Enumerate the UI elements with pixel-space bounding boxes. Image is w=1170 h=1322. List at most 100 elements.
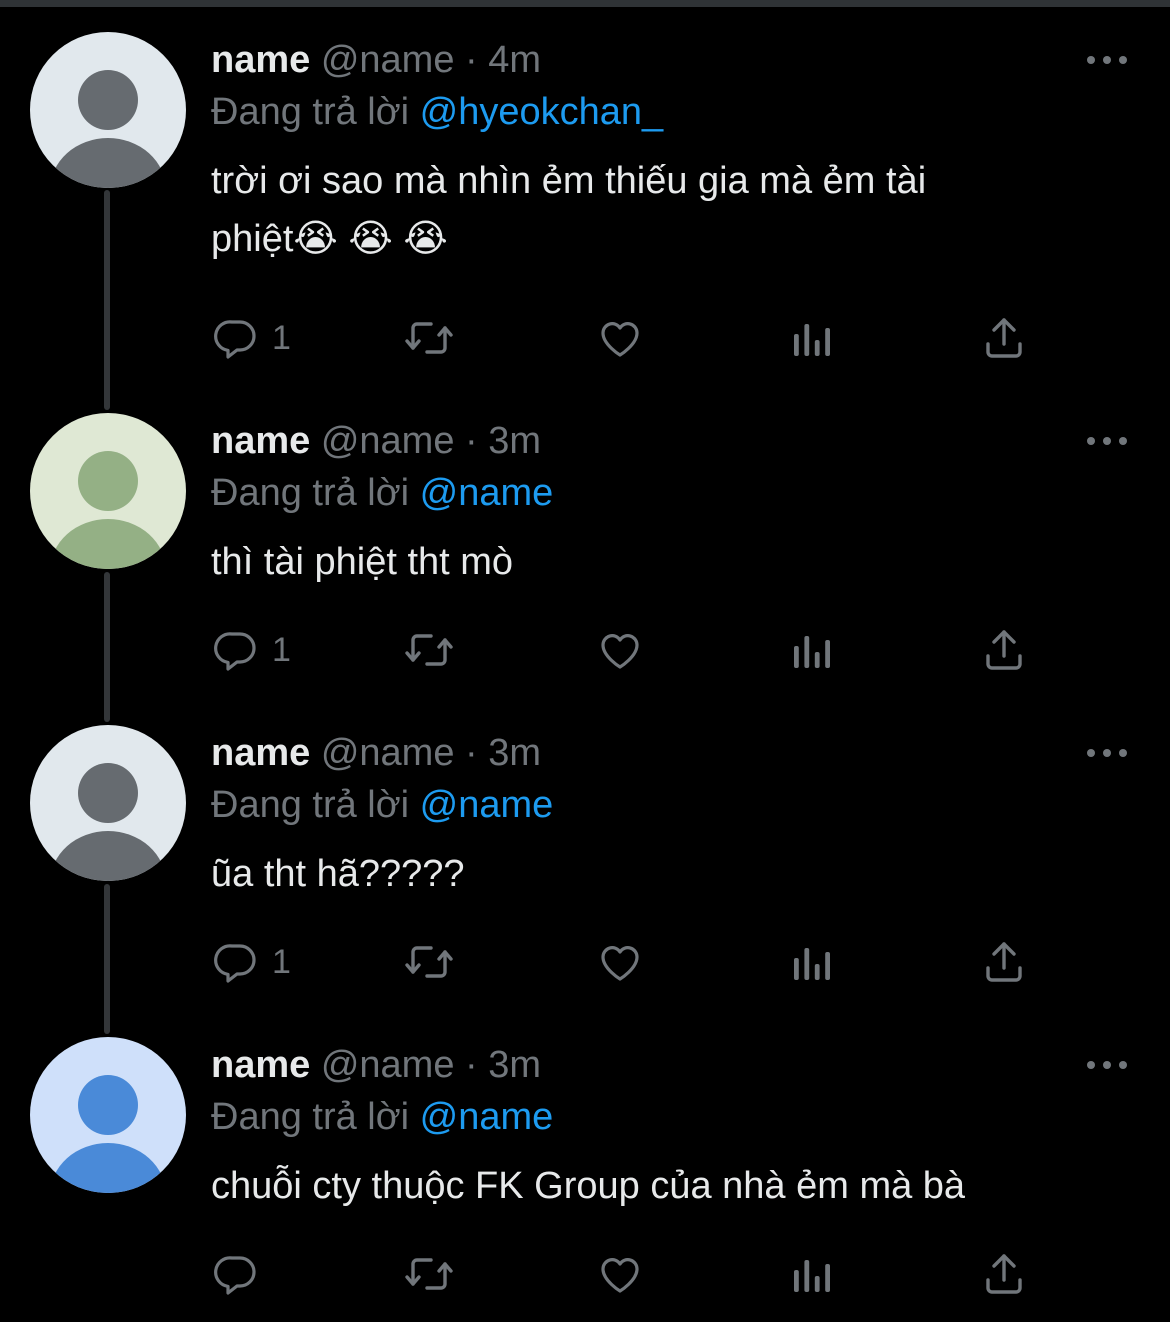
display-name[interactable]: name [211, 732, 310, 774]
timestamp[interactable]: 3m [488, 1044, 541, 1086]
timestamp[interactable]: 4m [488, 39, 541, 81]
replying-label: Đang trả lời [211, 1096, 410, 1138]
tweet[interactable]: name @name · 3m Đang trả lời @name chuỗi… [0, 1005, 1170, 1322]
timestamp[interactable]: 3m [488, 732, 541, 774]
tweet[interactable]: name @name · 3m Đang trả lời @name ũa th… [0, 693, 1170, 1005]
views-icon [794, 324, 830, 356]
more-options-button[interactable] [1087, 48, 1127, 72]
tweet-actions [0, 1244, 1170, 1304]
replying-label: Đang trả lời [211, 91, 410, 133]
retweet-icon [405, 322, 453, 354]
like-button[interactable] [596, 1244, 644, 1304]
display-name[interactable]: name [211, 420, 310, 462]
default-avatar-icon [30, 725, 186, 881]
like-icon [601, 1258, 639, 1293]
tweet[interactable]: name @name · 3m Đang trả lời @name thì t… [0, 381, 1170, 693]
retweet-button[interactable] [403, 308, 455, 368]
views-button[interactable] [790, 1244, 834, 1304]
retweet-icon [405, 1258, 453, 1290]
default-avatar-icon [30, 1037, 186, 1193]
avatar[interactable] [30, 725, 186, 881]
share-button[interactable] [980, 1244, 1028, 1304]
separator-dot: · [465, 420, 478, 462]
tweet-actions: 1 [0, 932, 1170, 992]
retweet-button[interactable] [403, 1244, 455, 1304]
reply-icon [214, 1256, 256, 1295]
mention-link[interactable]: @name [420, 1096, 554, 1138]
share-button[interactable] [980, 932, 1028, 992]
user-handle[interactable]: @name [321, 1044, 455, 1086]
avatar[interactable] [30, 413, 186, 569]
retweet-button[interactable] [403, 932, 455, 992]
retweet-button[interactable] [403, 620, 455, 680]
more-icon [1087, 437, 1095, 445]
separator-dot: · [465, 39, 478, 81]
views-button[interactable] [790, 932, 834, 992]
share-icon [986, 630, 1022, 670]
like-button[interactable] [596, 932, 644, 992]
share-button[interactable] [980, 620, 1028, 680]
retweet-icon [405, 946, 453, 978]
mention-link[interactable]: @name [420, 784, 554, 826]
replying-to: Đang trả lời @name [211, 783, 553, 827]
views-button[interactable] [790, 308, 834, 368]
views-icon [794, 636, 830, 668]
replying-to: Đang trả lời @name [211, 1095, 553, 1139]
share-icon [986, 318, 1022, 358]
like-icon [601, 322, 639, 357]
views-button[interactable] [790, 620, 834, 680]
tweet-actions: 1 [0, 308, 1170, 368]
views-icon [794, 948, 830, 980]
tweet-text-line: chuỗi cty thuộc FK Group của nhà ẻm mà b… [211, 1165, 966, 1207]
replying-label: Đang trả lời [211, 472, 410, 514]
reply-button[interactable]: 1 [212, 932, 291, 992]
mention-link[interactable]: @name [420, 472, 554, 514]
display-name[interactable]: name [211, 1044, 310, 1086]
like-icon [601, 634, 639, 669]
tweet-text-line: trời ơi sao mà nhìn ẻm thiếu gia mà ẻm t… [211, 160, 927, 202]
reply-button[interactable] [212, 1244, 272, 1304]
tweet-text: ũa tht hã????? [211, 845, 1111, 903]
reply-button[interactable]: 1 [212, 620, 291, 680]
share-icon [986, 1254, 1022, 1294]
user-handle[interactable]: @name [321, 732, 455, 774]
mention-link[interactable]: @hyeokchan_ [420, 91, 664, 133]
reply-count: 1 [272, 631, 291, 669]
tweet-text-line: ũa tht hã????? [211, 853, 465, 895]
share-icon [986, 942, 1022, 982]
tweet-text: thì tài phiệt tht mò [211, 533, 1111, 591]
views-icon [794, 1260, 830, 1292]
tweet-actions: 1 [0, 620, 1170, 680]
like-button[interactable] [596, 620, 644, 680]
reply-button[interactable]: 1 [212, 308, 291, 368]
retweet-icon [405, 634, 453, 666]
replying-label: Đang trả lời [211, 784, 410, 826]
avatar[interactable] [30, 32, 186, 188]
share-button[interactable] [980, 308, 1028, 368]
more-options-button[interactable] [1087, 741, 1127, 765]
tweet-header: name @name · 3m [211, 1043, 541, 1087]
default-avatar-icon [30, 413, 186, 569]
avatar[interactable] [30, 1037, 186, 1193]
more-options-button[interactable] [1087, 429, 1127, 453]
separator-dot: · [465, 1044, 478, 1086]
reply-icon [214, 632, 256, 671]
tweet-text-line: phiệt😭 😭 😭 [211, 218, 448, 260]
replying-to: Đang trả lời @name [211, 471, 553, 515]
tweet-header: name @name · 4m [211, 38, 541, 82]
tweet-text-line: thì tài phiệt tht mò [211, 541, 514, 583]
tweet-header: name @name · 3m [211, 419, 541, 463]
default-avatar-icon [30, 32, 186, 188]
like-button[interactable] [596, 308, 644, 368]
like-icon [601, 946, 639, 981]
more-options-button[interactable] [1087, 1053, 1127, 1077]
user-handle[interactable]: @name [321, 420, 455, 462]
user-handle[interactable]: @name [321, 39, 455, 81]
display-name[interactable]: name [211, 39, 310, 81]
tweet-header: name @name · 3m [211, 731, 541, 775]
reply-count: 1 [272, 943, 291, 981]
reply-icon [214, 944, 256, 983]
tweet[interactable]: name @name · 4m Đang trả lời @hyeokchan_… [0, 0, 1170, 400]
tweet-text: chuỗi cty thuộc FK Group của nhà ẻm mà b… [211, 1157, 1111, 1215]
timestamp[interactable]: 3m [488, 420, 541, 462]
